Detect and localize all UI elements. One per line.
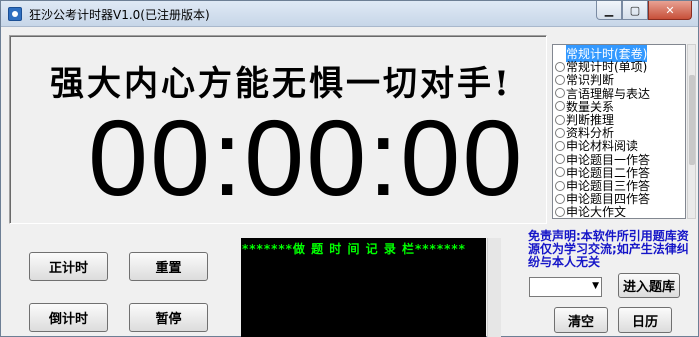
timer-readout: 00:00:00 — [88, 97, 525, 218]
radio-icon[interactable] — [555, 167, 565, 178]
title-bar[interactable]: 狂沙公考计时器V1.0(已注册版本) ▁ ▢ ✕ — [1, 1, 698, 27]
mode-option[interactable]: 申论大作文 — [555, 205, 626, 218]
radio-icon[interactable] — [555, 206, 565, 217]
chevron-down-icon: ▼ — [592, 281, 599, 291]
disclaimer-text: 免责声明:本软件所引用题库资源仅为学习交流;如产生法律纠纷与本人无关 — [528, 229, 689, 269]
window-title: 狂沙公考计时器V1.0(已注册版本) — [29, 8, 210, 22]
maximize-button[interactable]: ▢ — [622, 1, 648, 20]
mode-list-scrollbar[interactable] — [687, 44, 696, 219]
close-icon: ✕ — [665, 3, 675, 17]
enter-bank-button[interactable]: 进入题库 — [618, 273, 680, 298]
radio-icon[interactable] — [555, 48, 565, 59]
radio-icon[interactable] — [555, 74, 565, 85]
pause-button[interactable]: 暂停 — [129, 303, 208, 332]
record-header: *******做 题 时 间 记 录 栏******* — [242, 242, 466, 256]
mode-option-label: 申论大作文 — [566, 205, 627, 219]
close-button[interactable]: ✕ — [648, 1, 692, 20]
radio-icon[interactable] — [555, 101, 565, 112]
window-controls: ▁ ▢ ✕ — [596, 1, 692, 21]
scrollbar-thumb[interactable] — [689, 75, 695, 165]
minimize-button[interactable]: ▁ — [596, 1, 622, 20]
radio-icon[interactable] — [555, 180, 565, 191]
calendar-button[interactable]: 日历 — [618, 307, 672, 333]
radio-icon[interactable] — [555, 114, 565, 125]
count-up-button[interactable]: 正计时 — [29, 252, 108, 281]
record-scrollbar[interactable] — [487, 238, 501, 337]
timer-display-panel: 强大内心方能无惧一切对手! 00:00:00 — [9, 35, 547, 224]
minimize-icon: ▁ — [604, 3, 614, 17]
radio-icon[interactable] — [555, 88, 565, 99]
count-down-button[interactable]: 倒计时 — [29, 303, 108, 332]
reset-button[interactable]: 重置 — [129, 252, 208, 281]
radio-icon[interactable] — [555, 154, 565, 165]
app-window: 狂沙公考计时器V1.0(已注册版本) ▁ ▢ ✕ 强大内心方能无惧一切对手! 0… — [0, 0, 699, 337]
radio-icon[interactable] — [555, 61, 565, 72]
timing-mode-list[interactable]: 常规计时(套卷) 常规计时(单项) 常识判断 言语理解与表达 数量关系 判断推理 资料分析申… — [552, 44, 686, 219]
app-icon — [8, 7, 22, 21]
radio-icon[interactable] — [555, 193, 565, 204]
clear-button[interactable]: 清空 — [554, 307, 608, 333]
radio-icon[interactable] — [555, 127, 565, 138]
radio-icon[interactable] — [555, 140, 565, 151]
maximize-icon: ▢ — [629, 3, 641, 17]
time-record-console[interactable]: *******做 题 时 间 记 录 栏******* — [241, 238, 486, 337]
bank-select[interactable]: ▼ — [529, 277, 602, 297]
